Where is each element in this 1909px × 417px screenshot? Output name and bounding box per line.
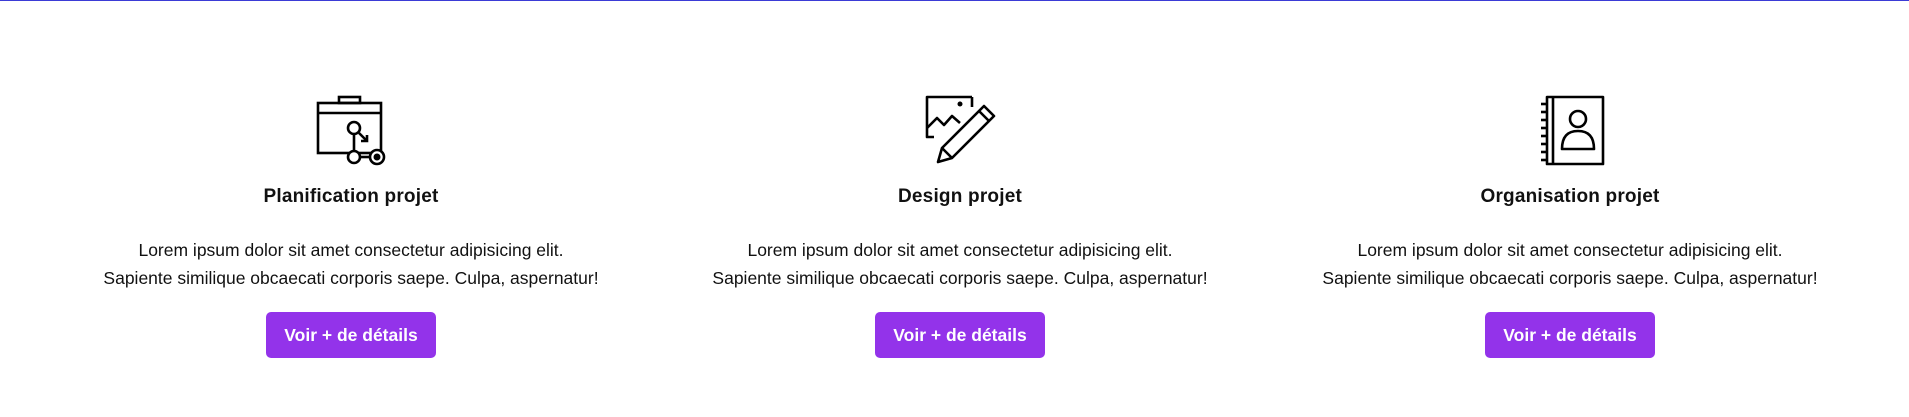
card-title: Planification projet — [263, 186, 439, 207]
project-planning-icon — [315, 95, 387, 167]
card-title: Design projet — [897, 186, 1022, 207]
card-description-line: Sapiente similique obcaecati corporis sa… — [1322, 268, 1818, 288]
card-description: Lorem ipsum dolor sit amet consectetur a… — [660, 236, 1260, 292]
service-card-planning: Planification projet Lorem ipsum dolor s… — [46, 95, 656, 358]
card-description-line: Sapiente similique obcaecati corporis sa… — [103, 268, 599, 288]
card-description-line: Lorem ipsum dolor sit amet consectetur a… — [1357, 240, 1783, 260]
contact-book-icon — [1534, 95, 1606, 167]
card-description-line: Sapiente similique obcaecati corporis sa… — [712, 268, 1208, 288]
card-description: Lorem ipsum dolor sit amet consectetur a… — [1270, 236, 1870, 292]
card-description: Lorem ipsum dolor sit amet consectetur a… — [51, 236, 651, 292]
image-pencil-icon — [924, 95, 996, 167]
card-title: Organisation projet — [1480, 186, 1660, 207]
card-description-line: Lorem ipsum dolor sit amet consectetur a… — [747, 240, 1173, 260]
details-button[interactable]: Voir + de détails — [875, 312, 1045, 358]
card-description-line: Lorem ipsum dolor sit amet consectetur a… — [138, 240, 564, 260]
details-button[interactable]: Voir + de détails — [266, 312, 436, 358]
service-card-organisation: Organisation projet Lorem ipsum dolor si… — [1265, 95, 1875, 358]
details-button[interactable]: Voir + de détails — [1485, 312, 1655, 358]
services-section: Planification projet Lorem ipsum dolor s… — [0, 0, 1909, 417]
service-card-design: Design projet Lorem ipsum dolor sit amet… — [655, 95, 1265, 358]
